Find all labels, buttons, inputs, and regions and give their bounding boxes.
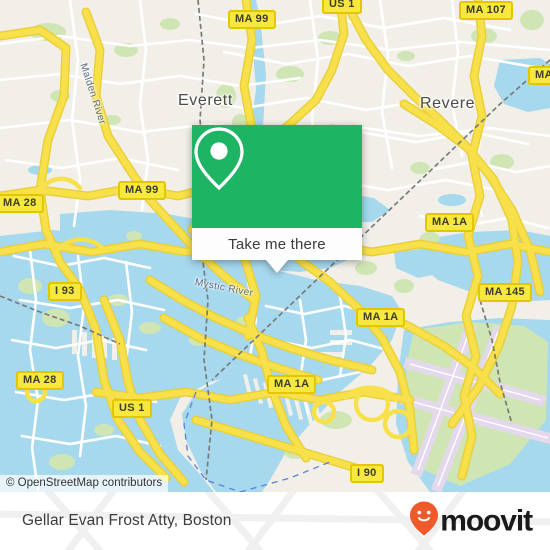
highway-shield: I 93 — [48, 282, 82, 301]
moovit-logo[interactable]: moovit — [410, 501, 533, 541]
footer-bar: Gellar Evan Frost Atty, Boston moovit — [0, 492, 550, 550]
highway-shield: MA 99 — [228, 10, 276, 29]
highway-shield: US 1 — [322, 0, 362, 14]
highway-shield: I 90 — [350, 464, 384, 483]
map-canvas[interactable]: Everett Revere Malden River Mystic River… — [0, 0, 550, 492]
popup-header — [192, 125, 362, 228]
moovit-map-screenshot: Everett Revere Malden River Mystic River… — [0, 0, 550, 550]
moovit-wordmark: moovit — [440, 504, 533, 537]
destination-popup[interactable]: Take me there — [192, 125, 362, 273]
place-title: Gellar Evan Frost Atty, Boston — [22, 512, 232, 529]
highway-shield: MA 1 — [528, 66, 550, 85]
take-me-there-button[interactable]: Take me there — [192, 228, 362, 260]
popup-pointer — [266, 260, 288, 273]
highway-shield: US 1 — [112, 399, 152, 418]
highway-shield: MA 28 — [16, 371, 64, 390]
highway-shield: MA 1A — [425, 213, 475, 232]
highway-shield: MA 1A — [267, 375, 317, 394]
highway-shield: MA 107 — [459, 1, 513, 20]
highway-shield: MA 99 — [118, 181, 166, 200]
highway-shield: MA 145 — [478, 283, 532, 302]
highway-shield: MA 28 — [0, 194, 44, 213]
osm-attribution[interactable]: © OpenStreetMap contributors — [0, 475, 169, 492]
highway-shield: MA 1A — [356, 308, 406, 327]
moovit-pin-icon — [410, 501, 439, 541]
